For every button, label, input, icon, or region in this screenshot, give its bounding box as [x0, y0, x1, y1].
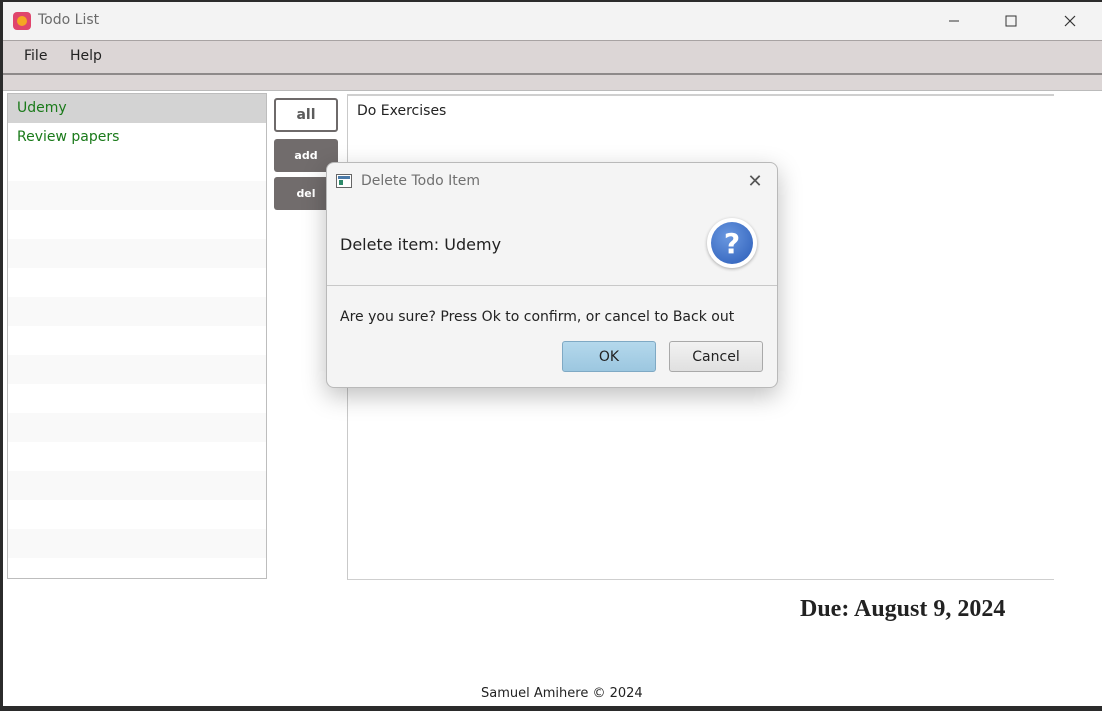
- maximize-button[interactable]: [982, 2, 1040, 40]
- maximize-icon: [1005, 15, 1017, 27]
- all-button[interactable]: all: [274, 98, 338, 132]
- dialog-window-icon: [336, 174, 352, 188]
- dialog-title: Delete Todo Item: [361, 173, 480, 189]
- list-item-udemy[interactable]: Udemy: [8, 94, 266, 123]
- list-row-empty: [8, 500, 266, 529]
- cancel-button[interactable]: Cancel: [669, 341, 763, 372]
- list-row-empty: [8, 442, 266, 471]
- dialog-heading: Delete item: Udemy: [340, 235, 502, 254]
- window-title: Todo List: [38, 12, 100, 28]
- dialog-close-button[interactable]: ✕: [743, 169, 767, 193]
- detail-text: Do Exercises: [357, 103, 447, 119]
- question-mark: ?: [711, 222, 753, 264]
- dialog-title-bar[interactable]: Delete Todo Item ✕: [327, 163, 777, 201]
- list-row-empty: [8, 529, 266, 558]
- delete-confirm-dialog: Delete Todo Item ✕ Delete item: Udemy ? …: [326, 162, 778, 388]
- list-row-empty: [8, 384, 266, 413]
- menu-file[interactable]: File: [24, 48, 47, 64]
- close-button[interactable]: [1041, 2, 1099, 40]
- todo-list[interactable]: Udemy Review papers: [7, 93, 267, 579]
- list-row-empty: [8, 181, 266, 210]
- list-row-empty: [8, 268, 266, 297]
- title-bar[interactable]: Todo List: [3, 2, 1102, 40]
- due-date-label: Due: August 9, 2024: [800, 596, 1006, 622]
- list-row-empty: [8, 297, 266, 326]
- footer-credit: Samuel Amihere © 2024: [481, 686, 643, 701]
- minimize-icon: [949, 20, 959, 22]
- toolbar: [3, 73, 1102, 91]
- question-icon: ?: [707, 218, 757, 268]
- list-item-review-papers[interactable]: Review papers: [8, 123, 266, 152]
- list-row-empty: [8, 326, 266, 355]
- menu-bar: File Help: [3, 40, 1102, 74]
- dialog-message: Are you sure? Press Ok to confirm, or ca…: [340, 309, 735, 325]
- close-icon: [1064, 15, 1076, 27]
- list-row-empty: [8, 355, 266, 384]
- list-row-empty: [8, 558, 266, 578]
- ok-button[interactable]: OK: [562, 341, 656, 372]
- list-row-empty: [8, 152, 266, 181]
- close-icon: ✕: [747, 170, 763, 192]
- menu-help[interactable]: Help: [70, 48, 102, 64]
- dialog-header: Delete item: Udemy ?: [327, 201, 777, 286]
- list-row-empty: [8, 413, 266, 442]
- list-row-empty: [8, 210, 266, 239]
- list-row-empty: [8, 471, 266, 500]
- app-icon: [13, 12, 31, 30]
- minimize-button[interactable]: [925, 2, 983, 40]
- list-row-empty: [8, 239, 266, 268]
